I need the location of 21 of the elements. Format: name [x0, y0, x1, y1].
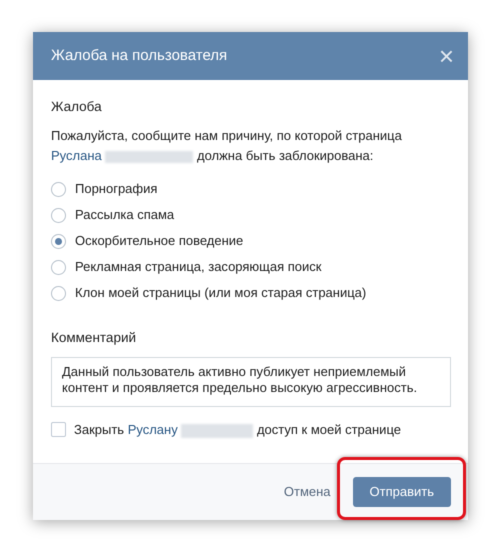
- radio-button[interactable]: [51, 260, 66, 274]
- radio-button[interactable]: [51, 208, 66, 222]
- submit-button[interactable]: Отправить: [352, 477, 451, 507]
- section-title: Жалоба: [51, 98, 103, 116]
- radio-button[interactable]: [51, 182, 66, 196]
- radio-label: Порнография: [75, 180, 158, 198]
- cancel-link[interactable]: Отмена: [284, 482, 331, 502]
- radio-label: Рассылка спама: [75, 206, 174, 224]
- dialog-title: Жалоба на пользователя: [51, 46, 228, 66]
- comment-label: Комментарий: [51, 329, 138, 347]
- radio-button[interactable]: [51, 234, 66, 248]
- name-link[interactable]: Руслана: [51, 148, 102, 163]
- radio-label: Рекламная страница, засоряющая поиск: [75, 258, 322, 276]
- prompt-text: Пожалуйста, сообщите нам причину, по которой страница Руслана должна быть заблокирована:: [51, 127, 403, 165]
- radio-button[interactable]: [51, 286, 66, 300]
- checkbox-label: Закрыть Руслану доступ к моей странице: [74, 421, 401, 440]
- comment-field[interactable]: Данный пользователь активно публикует неприемлемый контент и проявляется предельно высокую агрессивность.: [51, 357, 451, 407]
- radio-label: Клон моей страницы (или моя старая страница): [75, 284, 366, 302]
- checkbox[interactable]: [51, 422, 66, 438]
- radio-label: Оскорбительное поведение: [75, 232, 244, 250]
- name-link[interactable]: Руслану: [128, 422, 178, 437]
